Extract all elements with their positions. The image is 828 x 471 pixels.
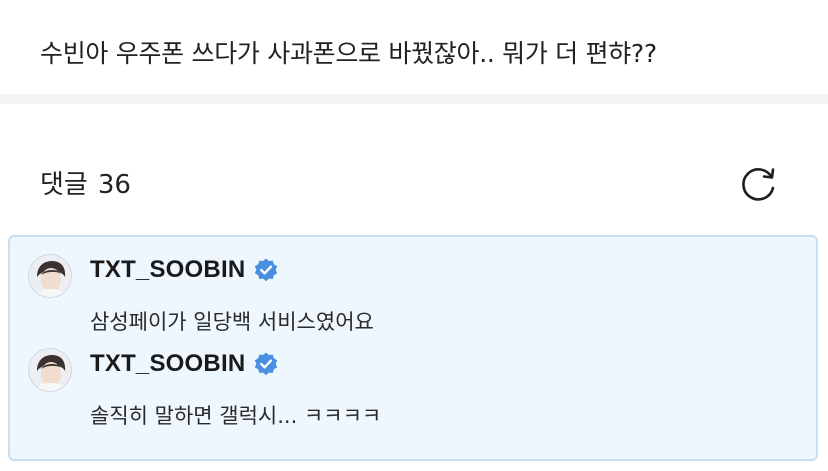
- post-title: 수빈아 우주폰 쓰다가 사과폰으로 바꿨잖아.. 뭐가 더 편햐??: [40, 39, 657, 68]
- avatar[interactable]: [28, 254, 72, 298]
- verified-badge-icon: [253, 351, 279, 377]
- verified-badge-icon: [253, 257, 279, 283]
- comment-author-row: TXT_SOOBIN: [90, 256, 279, 284]
- highlighted-comment-thread: TXT_SOOBIN 삼성페이가 일당백 서비스였어요 TXT_SOOBIN 솔…: [8, 235, 818, 461]
- avatar[interactable]: [28, 348, 72, 392]
- comment-text: 삼성페이가 일당백 서비스였어요: [90, 310, 374, 334]
- comments-header: 댓글 36: [40, 164, 131, 201]
- comments-label: 댓글: [40, 170, 88, 200]
- refresh-button[interactable]: [738, 164, 780, 204]
- comment-text: 솔직히 말하면 갤럭시... ㅋㅋㅋㅋ: [90, 404, 382, 428]
- section-divider: [0, 94, 828, 104]
- comments-count: 36: [97, 170, 131, 200]
- refresh-icon: [742, 168, 775, 201]
- comment-author-row: TXT_SOOBIN: [90, 350, 279, 378]
- comment-author[interactable]: TXT_SOOBIN: [90, 256, 245, 284]
- comment-author[interactable]: TXT_SOOBIN: [90, 350, 245, 378]
